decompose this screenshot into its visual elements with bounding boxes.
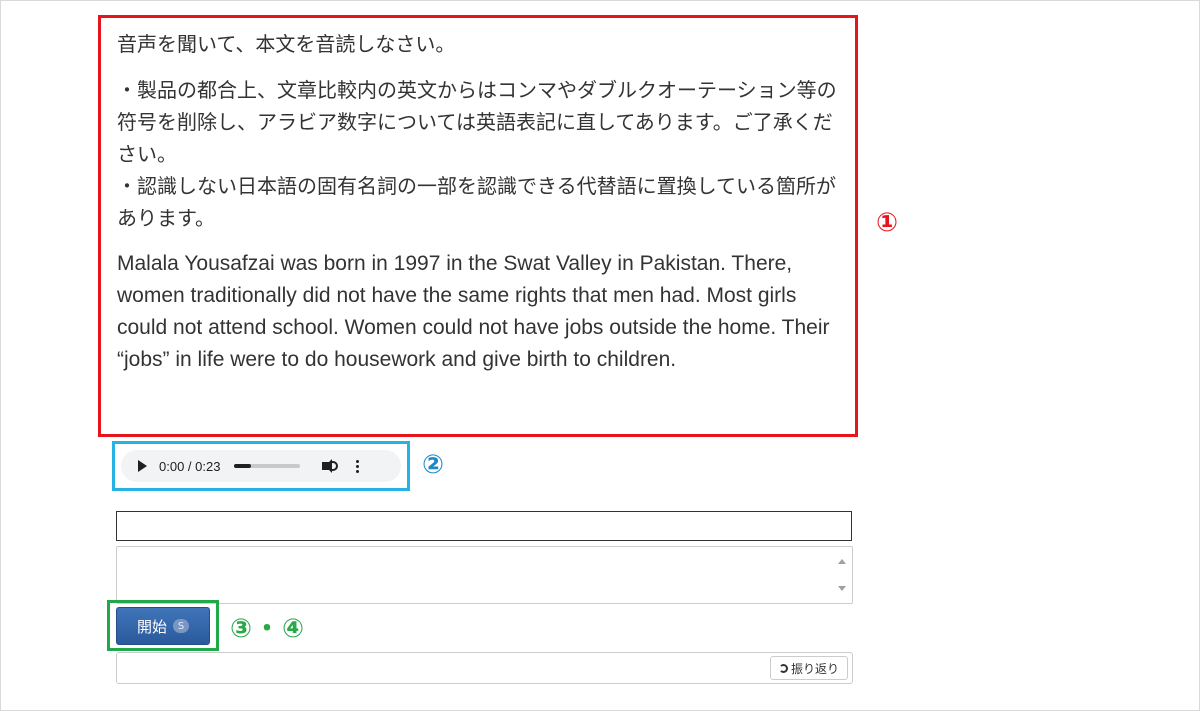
start-highlight: 開始 S bbox=[107, 600, 219, 651]
recognition-textarea[interactable] bbox=[116, 546, 853, 604]
play-icon[interactable] bbox=[138, 460, 147, 472]
callout-1: ① bbox=[876, 208, 899, 238]
scroll-up-icon[interactable] bbox=[838, 559, 846, 564]
shortcut-badge: S bbox=[173, 619, 189, 633]
passage-box: 音声を聞いて、本文を音読しなさい。 ・製品の都合上、文章比較内の英文からはコンマ… bbox=[98, 15, 858, 437]
audio-progress-fill bbox=[234, 464, 251, 468]
note-text-2: ・認識しない日本語の固有名詞の一部を認識できる代替語に置換している箇所があります… bbox=[117, 174, 836, 230]
scroll-down-icon[interactable] bbox=[838, 586, 846, 591]
start-button[interactable]: 開始 S bbox=[116, 607, 210, 645]
audio-progress-bar[interactable] bbox=[234, 464, 301, 468]
volume-icon[interactable] bbox=[322, 459, 339, 473]
callout-3-4: ③・④ bbox=[230, 614, 307, 644]
review-bar: 振り返り bbox=[116, 652, 853, 684]
english-passage: Malala Yousafzai was born in 1997 in the… bbox=[117, 252, 830, 371]
undo-icon bbox=[778, 663, 788, 673]
instruction-text: 音声を聞いて、本文を音読しなさい。 bbox=[117, 32, 456, 56]
review-button[interactable]: 振り返り bbox=[769, 656, 848, 680]
audio-time: 0:00 / 0:23 bbox=[159, 458, 221, 474]
audio-player[interactable]: 0:00 / 0:23 bbox=[121, 450, 401, 482]
more-options-icon[interactable] bbox=[356, 459, 360, 473]
start-button-label: 開始 bbox=[136, 617, 167, 636]
review-button-label: 振り返り bbox=[790, 661, 839, 676]
callout-2: ② bbox=[422, 450, 445, 480]
audio-highlight: 0:00 / 0:23 bbox=[112, 441, 410, 491]
recognition-input[interactable] bbox=[116, 511, 852, 541]
note-text-1: ・製品の都合上、文章比較内の英文からはコンマやダブルクオーテーション等の符号を削… bbox=[117, 78, 837, 166]
